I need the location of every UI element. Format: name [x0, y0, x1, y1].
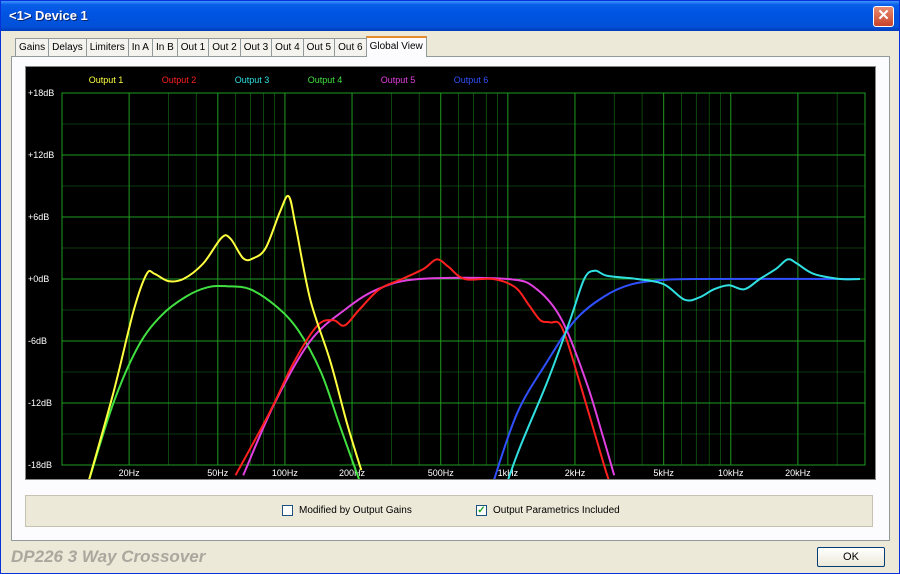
y-tick-label: +18dB: [28, 88, 54, 98]
x-tick-label: 100Hz: [272, 468, 299, 478]
legend-entry: Output 5: [381, 75, 416, 85]
x-tick-label: 10kHz: [718, 468, 744, 478]
window-title: <1> Device 1: [9, 8, 88, 23]
series-curve-output-3: [507, 258, 861, 479]
tab-out-4[interactable]: Out 4: [271, 38, 304, 56]
global-view-panel: +18dB +12dB +6dB +0dB -6dB -12dB -18dB 20Hz 50Hz…: [11, 56, 890, 541]
x-tick-label: 1kHz: [498, 468, 519, 478]
tab-limiters[interactable]: Limiters: [85, 38, 129, 56]
tab-global-view[interactable]: Global View: [365, 36, 427, 57]
legend-entry: Output 6: [454, 75, 489, 85]
x-tick-label: 2kHz: [565, 468, 586, 478]
checkbox-box[interactable]: ✓: [476, 505, 487, 516]
response-chart: +18dB +12dB +6dB +0dB -6dB -12dB -18dB 20Hz 50Hz…: [28, 75, 866, 479]
tab-out-2[interactable]: Out 2: [208, 38, 241, 56]
x-tick-label: 500Hz: [428, 468, 455, 478]
tab-in-a[interactable]: In A: [127, 38, 153, 56]
tab-out-5[interactable]: Out 5: [302, 38, 336, 56]
legend-entry: Output 1: [89, 75, 124, 85]
legend-entry: Output 2: [162, 75, 197, 85]
y-tick-label: -18dB: [28, 460, 52, 470]
ok-button[interactable]: OK: [817, 547, 885, 567]
x-tick-label: 20Hz: [119, 468, 141, 478]
frequency-response-plot: +18dB +12dB +6dB +0dB -6dB -12dB -18dB 20Hz 50Hz…: [25, 66, 876, 480]
tab-out-1[interactable]: Out 1: [176, 38, 210, 56]
tab-out-6[interactable]: Out 6: [334, 38, 367, 56]
series-curve-output-4: [88, 284, 360, 479]
tab-strip: Gains Delays Limiters In A In B Out 1 Out 2 Out…: [15, 36, 427, 57]
close-icon: ✕: [877, 7, 890, 24]
series-curve-output-1: [88, 194, 363, 479]
y-tick-label: +6dB: [28, 212, 49, 222]
legend-entry: Output 3: [235, 75, 270, 85]
tab-delays[interactable]: Delays: [48, 38, 87, 56]
x-tick-label: 50Hz: [207, 468, 229, 478]
parametrics-checkbox[interactable]: ✓ Output Parametrics Included: [476, 505, 620, 516]
modified-gains-checkbox[interactable]: Modified by Output Gains: [282, 505, 412, 516]
y-tick-label: +12dB: [28, 150, 54, 160]
tab-gains[interactable]: Gains: [15, 38, 50, 56]
checkbox-label: Modified by Output Gains: [299, 505, 412, 516]
y-tick-label: -12dB: [28, 398, 52, 408]
y-tick-label: +0dB: [28, 274, 49, 284]
series-curve-output-5: [242, 276, 616, 476]
x-tick-label: 20kHz: [785, 468, 811, 478]
y-tick-label: -6dB: [28, 336, 47, 346]
checkbox-box[interactable]: [282, 505, 293, 516]
series-curve-output-6: [493, 277, 861, 479]
title-bar[interactable]: <1> Device 1 ✕: [1, 1, 899, 31]
x-tick-label: 5kHz: [653, 468, 674, 478]
tab-out-3[interactable]: Out 3: [239, 38, 273, 56]
close-button[interactable]: ✕: [873, 6, 894, 27]
tab-in-b[interactable]: In B: [151, 38, 178, 56]
legend-entry: Output 4: [308, 75, 343, 85]
dialog-window: <1> Device 1 ✕ Gains Delays Limiters In A In…: [0, 0, 900, 574]
checkbox-label: Output Parametrics Included: [493, 505, 620, 516]
options-group: Modified by Output Gains ✓ Output Parame…: [25, 495, 873, 527]
device-name: DP226 3 Way Crossover: [11, 547, 206, 566]
